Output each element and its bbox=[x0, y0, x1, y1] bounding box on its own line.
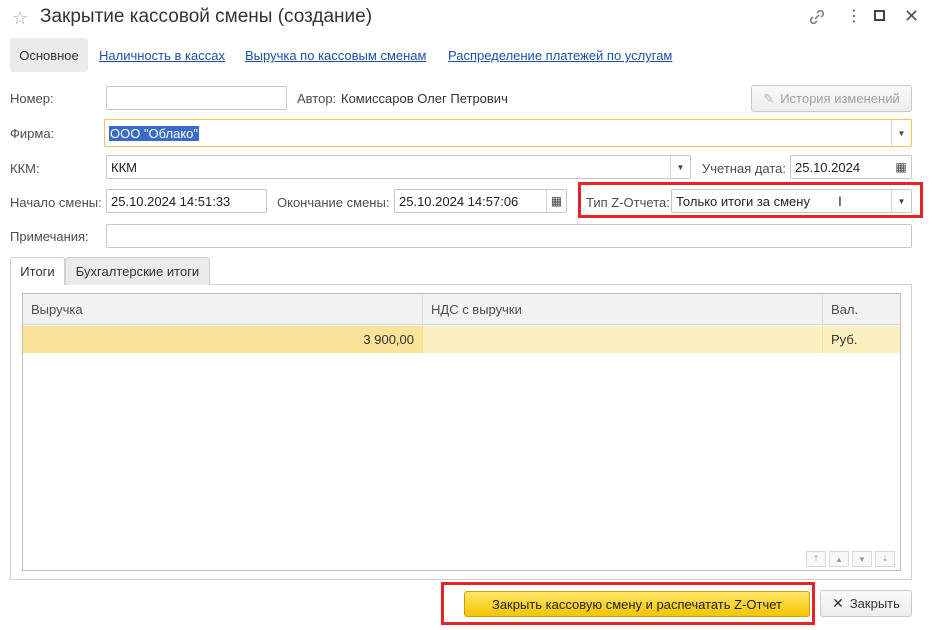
shift-start-field[interactable]: 25.10.2024 14:51:33 bbox=[106, 189, 267, 213]
pencil-icon: ✎ bbox=[763, 90, 775, 106]
close-x-icon: ✕ bbox=[832, 595, 844, 611]
number-field[interactable] bbox=[106, 86, 287, 110]
star-icon[interactable]: ☆ bbox=[12, 8, 28, 29]
column-header-vat[interactable]: НДС с выручки bbox=[423, 294, 823, 325]
text-cursor-icon: I bbox=[838, 193, 842, 209]
tab-main[interactable]: Основное bbox=[10, 38, 88, 72]
accounting-date-value: 25.10.2024 bbox=[795, 159, 861, 175]
firm-value: ООО "Облако" bbox=[109, 125, 200, 141]
calendar-icon[interactable]: ▦ bbox=[546, 190, 566, 212]
history-button[interactable]: ✎ История изменений bbox=[751, 85, 912, 112]
kkm-value: ККМ bbox=[111, 159, 137, 175]
scroll-up-icon[interactable]: ▲ bbox=[829, 551, 849, 567]
tab-cash-in-registers[interactable]: Наличность в кассах bbox=[99, 48, 225, 63]
subtab-accounting-totals[interactable]: Бухгалтерские итоги bbox=[65, 257, 210, 285]
totals-table: Выручка НДС с выручки Вал. 3 900,00 Руб.… bbox=[22, 293, 901, 571]
accounting-date-field[interactable]: 25.10.2024 ▦ bbox=[790, 155, 912, 179]
subtab-totals[interactable]: Итоги bbox=[10, 257, 65, 285]
author-label: Автор: bbox=[297, 91, 337, 106]
table-cell-revenue[interactable]: 3 900,00 bbox=[23, 326, 423, 353]
maximize-icon[interactable] bbox=[874, 10, 885, 21]
z-type-label: Тип Z-Отчета: bbox=[586, 195, 670, 210]
close-icon[interactable]: ✕ bbox=[904, 6, 919, 27]
z-type-select[interactable]: Только итоги за смену I ▼ bbox=[671, 189, 912, 213]
column-header-revenue[interactable]: Выручка bbox=[23, 294, 423, 325]
history-button-label: История изменений bbox=[780, 91, 900, 106]
z-type-value: Только итоги за смену bbox=[676, 193, 810, 209]
chevron-down-icon[interactable]: ▼ bbox=[891, 190, 911, 212]
tab-payment-distribution[interactable]: Распределение платежей по услугам bbox=[448, 48, 672, 63]
tab-revenue-by-shifts[interactable]: Выручка по кассовым сменам bbox=[245, 48, 426, 63]
kkm-field[interactable]: ККМ ▼ bbox=[106, 155, 691, 179]
author-value: Комиссаров Олег Петрович bbox=[341, 91, 508, 106]
calendar-icon[interactable]: ▦ bbox=[891, 156, 911, 178]
close-shift-print-z-report-button[interactable]: Закрыть кассовую смену и распечатать Z-О… bbox=[464, 591, 810, 617]
notes-label: Примечания: bbox=[10, 229, 89, 244]
window-title: Закрытие кассовой смены (создание) bbox=[40, 6, 373, 27]
accounting-date-label: Учетная дата: bbox=[702, 161, 787, 176]
notes-field[interactable] bbox=[106, 224, 912, 248]
firm-field[interactable]: ООО "Облако" ▼ bbox=[104, 119, 912, 147]
link-icon[interactable] bbox=[808, 8, 826, 31]
firm-label: Фирма: bbox=[10, 126, 55, 141]
scroll-top-icon[interactable]: ⤒ bbox=[806, 551, 826, 567]
table-cell-vat[interactable] bbox=[423, 326, 823, 353]
chevron-down-icon[interactable]: ▼ bbox=[891, 120, 911, 146]
shift-start-label: Начало смены: bbox=[10, 195, 102, 210]
chevron-down-icon[interactable]: ▼ bbox=[670, 156, 690, 178]
more-icon[interactable]: ⋮ bbox=[846, 6, 862, 26]
shift-end-value: 25.10.2024 14:57:06 bbox=[399, 193, 519, 209]
scroll-down-icon[interactable]: ▼ bbox=[852, 551, 872, 567]
kkm-label: ККМ: bbox=[10, 161, 40, 176]
shift-end-label: Окончание смены: bbox=[277, 195, 390, 210]
close-button[interactable]: ✕ Закрыть bbox=[820, 590, 912, 617]
number-label: Номер: bbox=[10, 91, 54, 106]
scroll-bottom-icon[interactable]: ⤓ bbox=[875, 551, 895, 567]
close-button-label: Закрыть bbox=[849, 596, 900, 611]
table-cell-currency[interactable]: Руб. bbox=[823, 326, 900, 353]
column-header-currency[interactable]: Вал. bbox=[823, 294, 900, 325]
shift-end-field[interactable]: 25.10.2024 14:57:06 ▦ bbox=[394, 189, 567, 213]
